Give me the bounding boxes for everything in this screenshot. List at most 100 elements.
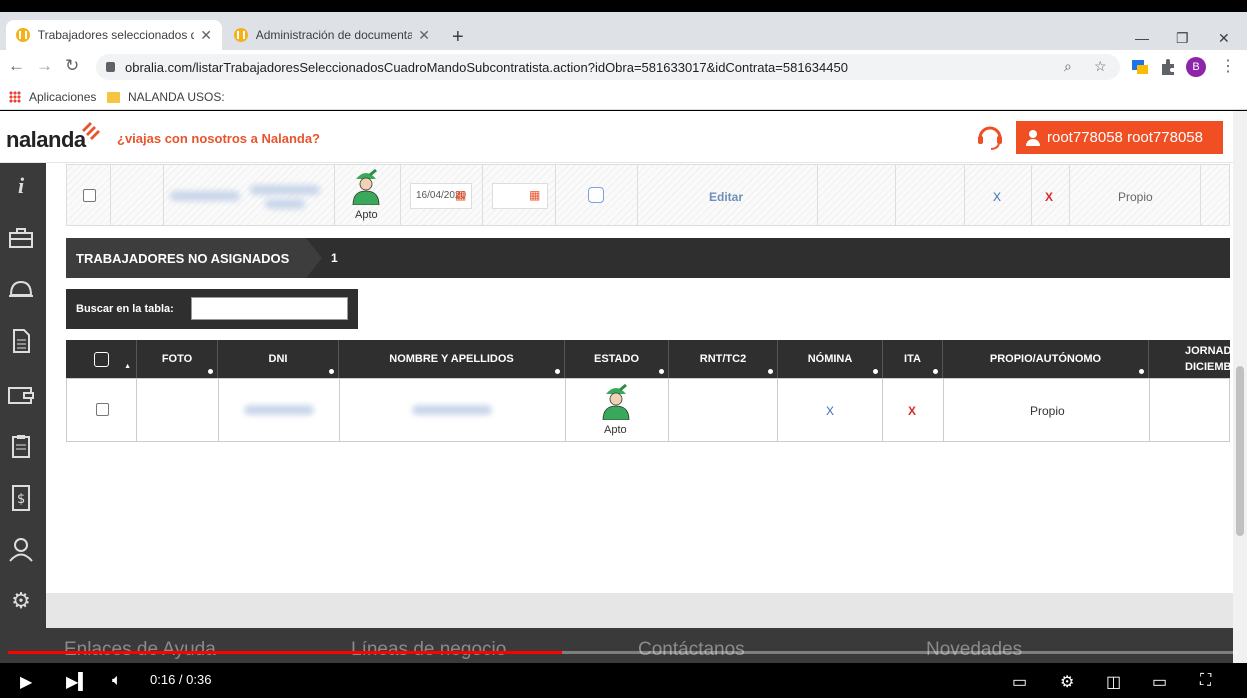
column-header-dni[interactable]: DNI	[218, 340, 339, 378]
cell-divider	[668, 378, 669, 442]
cell-divider	[482, 164, 483, 226]
row-tipo: Propio	[1030, 404, 1065, 418]
invoice-dollar-icon[interactable]: $	[8, 485, 34, 511]
assigned-tipo: Propio	[1118, 190, 1153, 204]
subtitles-icon[interactable]: ▭	[1012, 672, 1027, 692]
puzzle-icon[interactable]	[1159, 58, 1177, 76]
next-icon[interactable]: ▶▍	[66, 672, 91, 692]
bookmark-apps[interactable]: Aplicaciones	[9, 90, 96, 104]
footer-link-novedades[interactable]: Novedades	[926, 639, 1022, 661]
forward-icon[interactable]: →	[36, 56, 53, 76]
promo-link[interactable]: ¿viajas con nosotros a Nalanda?	[117, 131, 320, 146]
cell-divider	[163, 164, 164, 226]
footer-link-contacto[interactable]: Contáctanos	[638, 639, 745, 661]
wallet-icon[interactable]	[8, 381, 34, 407]
blurred-dni	[170, 191, 240, 201]
nalanda-logo[interactable]: nalanda	[6, 127, 86, 153]
close-icon[interactable]: ✕	[418, 27, 430, 44]
select-all-checkbox[interactable]	[93, 351, 109, 367]
tab-administracion[interactable]: Administración de documentació ✕	[224, 20, 440, 50]
page-scrollbar[interactable]	[1233, 111, 1247, 663]
column-label: JORNAD DICIEMB	[1185, 345, 1230, 373]
back-icon[interactable]: ←	[8, 56, 25, 76]
calendar-icon[interactable]: ▦	[455, 188, 466, 202]
web-page: nalanda ¿viajas con nosotros a Nalanda? …	[0, 111, 1247, 663]
briefcase-icon[interactable]	[8, 225, 34, 251]
url-text: obralia.com/listarTrabajadoresSelecciona…	[125, 59, 848, 75]
bookmark-label: Aplicaciones	[29, 90, 97, 104]
obralia-favicon-icon	[16, 28, 30, 42]
video-progress-fill[interactable]	[8, 651, 562, 654]
nomina-x-icon: X	[826, 404, 835, 418]
column-header-ita[interactable]: ITA	[883, 340, 943, 378]
blurred-name	[412, 405, 492, 415]
column-header-jornada[interactable]: JORNAD DICIEMB	[1149, 340, 1230, 378]
assigned-toggle-checkbox[interactable]	[588, 187, 604, 203]
user-name: root778058 root778058	[1047, 129, 1203, 146]
column-header-propio[interactable]: PROPIO/AUTÓNOMO	[943, 340, 1149, 378]
select-all-header[interactable]: ▲	[66, 340, 137, 378]
new-tab-icon[interactable]: +	[452, 26, 464, 49]
logo-mark-icon	[82, 122, 100, 140]
extension-icon[interactable]	[1131, 58, 1149, 76]
section-arrow	[306, 238, 322, 278]
assigned-worker-row	[66, 164, 1230, 226]
fullscreen-icon[interactable]: ⛶	[1200, 672, 1211, 690]
bookmarks-bar: Aplicaciones NALANDA USOS:	[0, 84, 1247, 110]
settings-gear-icon[interactable]: ⚙	[1060, 672, 1074, 692]
cell-divider	[943, 378, 944, 442]
obralia-favicon-icon	[234, 28, 248, 42]
column-header-foto[interactable]: FOTO	[137, 340, 218, 378]
cell-divider	[555, 164, 556, 226]
window-close-icon[interactable]: ✕	[1218, 30, 1230, 47]
cell-divider	[817, 164, 818, 226]
scroll-thumb[interactable]	[1236, 366, 1244, 536]
footer-link-lineas[interactable]: Líneas de negocio	[351, 639, 506, 661]
address-bar[interactable]: obralia.com/listarTrabajadoresSelecciona…	[96, 54, 1120, 80]
column-label: DNI	[268, 353, 288, 365]
bookmark-star-icon[interactable]: ☆	[1094, 58, 1107, 75]
restore-icon[interactable]: ❐	[1176, 30, 1189, 47]
worker-support-icon[interactable]	[8, 536, 34, 562]
info-icon[interactable]: i	[8, 173, 34, 199]
side-navigation: i $ ⚙	[0, 163, 46, 663]
svg-text:$: $	[17, 492, 25, 507]
calendar-icon[interactable]: ▦	[529, 188, 540, 202]
row-checkbox[interactable]	[96, 403, 109, 416]
assigned-row-checkbox[interactable]	[83, 189, 96, 202]
zoom-icon[interactable]: ⌕	[1064, 58, 1072, 75]
bookmark-nalanda-usos[interactable]: NALANDA USOS:	[107, 90, 225, 104]
play-icon[interactable]: ▶	[20, 672, 32, 692]
column-header-rnt[interactable]: RNT/TC2	[669, 340, 778, 378]
miniplayer-icon[interactable]: ◫	[1106, 672, 1121, 692]
gear-icon[interactable]: ⚙	[8, 588, 34, 614]
tab-title: Administración de documentació	[255, 28, 413, 42]
profile-avatar[interactable]: B	[1186, 57, 1206, 77]
reload-icon[interactable]: ↻	[65, 56, 79, 76]
column-header-estado[interactable]: ESTADO	[565, 340, 669, 378]
minimize-icon[interactable]: —	[1135, 30, 1149, 46]
tab-trabajadores[interactable]: Trabajadores seleccionados de tu ✕	[6, 20, 222, 50]
column-label: FOTO	[161, 353, 193, 365]
cell-divider	[110, 164, 111, 226]
search-input[interactable]	[191, 297, 348, 320]
theater-mode-icon[interactable]: ▭	[1152, 672, 1167, 692]
kebab-menu-icon[interactable]: ⋮	[1220, 56, 1236, 76]
column-label: NÓMINA	[807, 353, 853, 365]
clipboard-icon[interactable]	[8, 433, 34, 459]
headset-icon[interactable]	[975, 121, 1005, 151]
column-label: NOMBRE Y APELLIDOS	[389, 353, 514, 365]
edit-link[interactable]: Editar	[709, 190, 743, 204]
browser-tabstrip: Trabajadores seleccionados de tu ✕ Admin…	[0, 12, 1247, 50]
user-account-button[interactable]: root778058 root778058	[1016, 121, 1223, 154]
volume-icon[interactable]: 🔈︎	[112, 672, 122, 690]
column-header-nomina[interactable]: NÓMINA	[778, 340, 883, 378]
cell-divider	[1149, 378, 1150, 442]
footer-link-ayuda[interactable]: Enlaces de Ayuda	[64, 639, 216, 661]
column-label: ESTADO	[593, 353, 640, 365]
column-header-nombre[interactable]: NOMBRE Y APELLIDOS	[339, 340, 565, 378]
video-controls: ▶ ▶▍ 🔈︎ 0:16 / 0:36 ▭ ⚙ ◫ ▭ ⛶	[0, 663, 1247, 698]
close-icon[interactable]: ✕	[200, 27, 212, 44]
document-icon[interactable]	[8, 328, 34, 354]
helmet-icon[interactable]	[8, 276, 34, 302]
